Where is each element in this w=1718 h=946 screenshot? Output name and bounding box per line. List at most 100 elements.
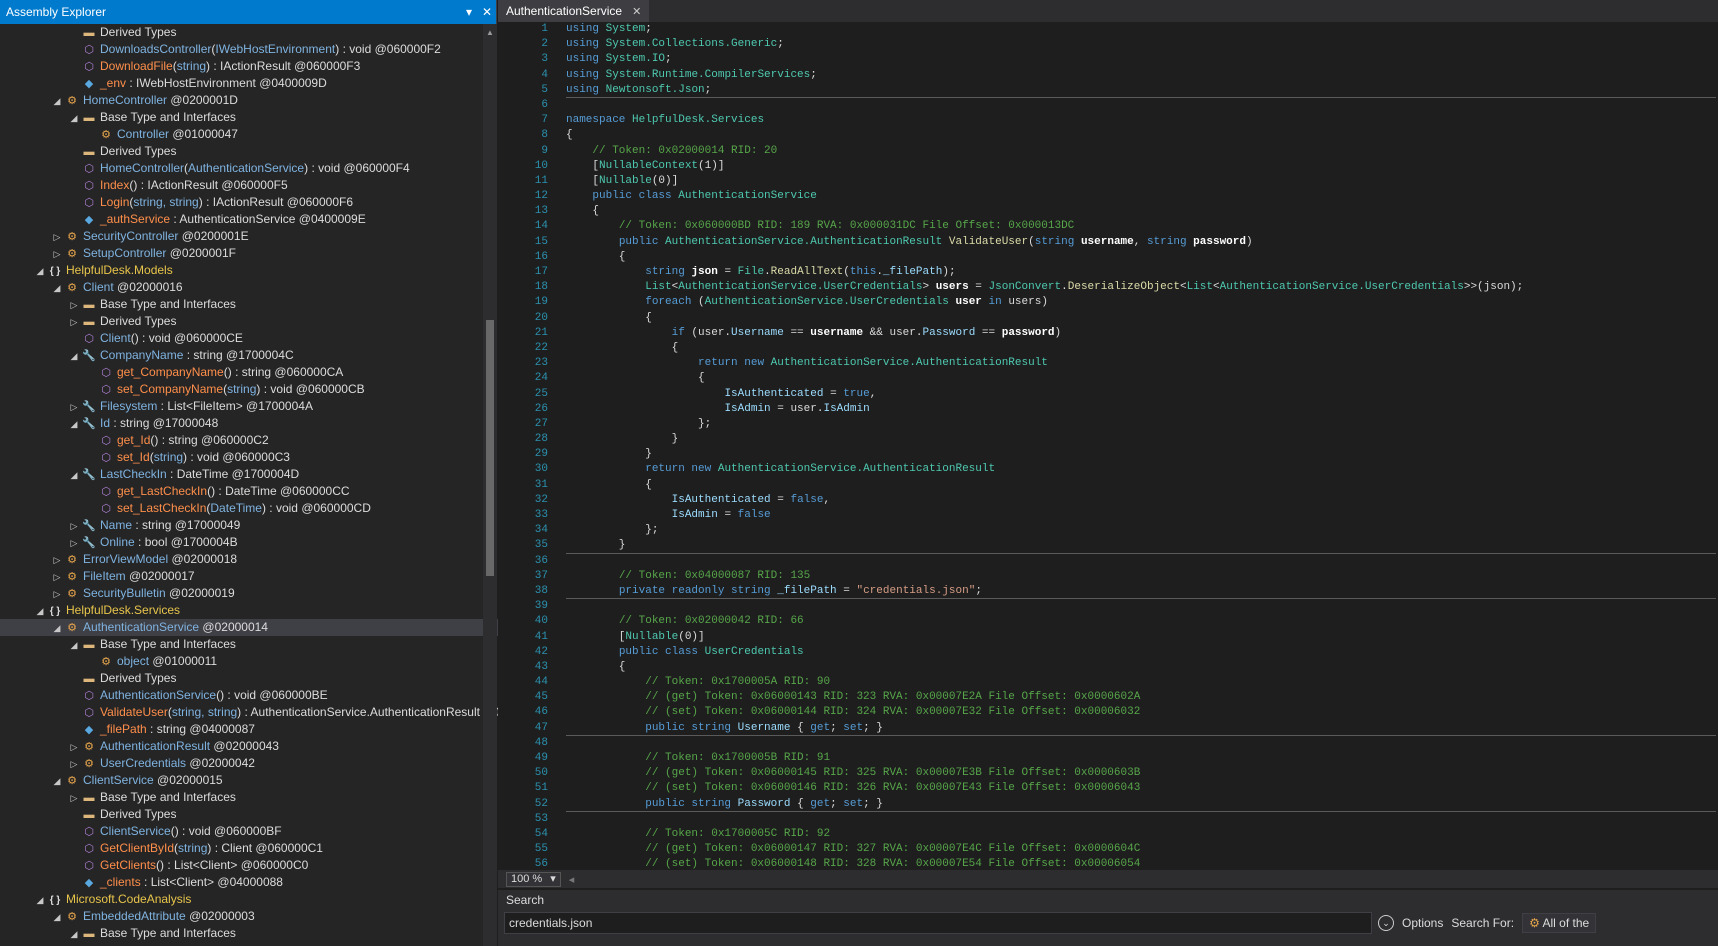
tree-node[interactable]: ▷ ⚙ FileItem @02000017 bbox=[0, 568, 527, 585]
tree-node[interactable]: ▷ ⚙ SecurityBulletin @02000019 bbox=[0, 585, 527, 602]
code-line[interactable]: }; bbox=[566, 523, 1716, 538]
code-line[interactable]: using System.IO; bbox=[566, 52, 1716, 67]
scrollbar-thumb[interactable] bbox=[486, 320, 494, 576]
tree-node[interactable]: ▷ ⚙ SetupController @0200001F bbox=[0, 245, 527, 262]
tree-node[interactable]: ⬡ get_LastCheckIn() : DateTime @060000CC bbox=[0, 483, 527, 500]
code-line[interactable]: { bbox=[566, 128, 1716, 143]
expander-icon[interactable]: ▷ bbox=[67, 399, 81, 416]
tree-node[interactable]: ▷ ▬ Base Type and Interfaces bbox=[0, 296, 527, 313]
expander-icon[interactable]: ▷ bbox=[50, 569, 64, 586]
close-tab-icon[interactable]: ✕ bbox=[632, 5, 641, 18]
code-line[interactable] bbox=[566, 812, 1716, 827]
tree-node[interactable]: ⬡ Client() : void @060000CE bbox=[0, 330, 527, 347]
code-line[interactable]: return new AuthenticationService.Authent… bbox=[566, 462, 1716, 477]
tree-node[interactable]: ▷ ⚙ ErrorViewModel @02000018 bbox=[0, 551, 527, 568]
code-line[interactable] bbox=[566, 599, 1716, 614]
explorer-scrollbar[interactable]: ▲ bbox=[483, 24, 497, 946]
expander-icon[interactable]: ◢ bbox=[67, 416, 81, 433]
search-scope-select[interactable]: ⚙ All of the bbox=[1522, 913, 1597, 933]
code-line[interactable]: { bbox=[566, 204, 1716, 219]
code-line[interactable]: // Token: 0x1700005C RID: 92 bbox=[566, 827, 1716, 842]
tree-node[interactable]: ▷ 🔧 Name : string @17000049 bbox=[0, 517, 527, 534]
tree-node[interactable]: ◢{ } HelpfulDesk.Models bbox=[0, 262, 527, 279]
code-line[interactable]: if (user.Username == username && user.Pa… bbox=[566, 326, 1716, 341]
code-line[interactable]: { bbox=[566, 371, 1716, 386]
code-line[interactable]: using System.Runtime.CompilerServices; bbox=[566, 68, 1716, 83]
expander-icon[interactable]: ◢ bbox=[50, 93, 64, 110]
tree-node[interactable]: ▬ Derived Types bbox=[0, 143, 527, 160]
code-line[interactable]: } bbox=[566, 538, 1716, 554]
code-line[interactable]: // (set) Token: 0x06000146 RID: 326 RVA:… bbox=[566, 781, 1716, 796]
code-line[interactable]: public string Username { get; set; } bbox=[566, 721, 1716, 736]
code-line[interactable]: { bbox=[566, 478, 1716, 493]
tree-node[interactable]: ⬡ set_CompanyName(string) : void @060000C… bbox=[0, 381, 527, 398]
expander-icon[interactable]: ◢ bbox=[33, 263, 47, 280]
search-input[interactable]: credentials.json bbox=[504, 912, 1372, 934]
tree-node[interactable]: ⬡ set_LastCheckIn(DateTime) : void @06000… bbox=[0, 500, 527, 517]
code-line[interactable]: IsAuthenticated = false, bbox=[566, 493, 1716, 508]
options-button[interactable]: Options bbox=[1402, 916, 1443, 930]
close-icon[interactable]: ✕ bbox=[478, 5, 496, 19]
expander-icon[interactable]: ◢ bbox=[50, 620, 64, 637]
tree-node[interactable]: ◆ _authService : AuthenticationService @0… bbox=[0, 211, 527, 228]
tree-node[interactable]: ◢ 🔧 LastCheckIn : DateTime @1700004D bbox=[0, 466, 527, 483]
expander-icon[interactable]: ◢ bbox=[67, 467, 81, 484]
tree-node[interactable]: ▬ Derived Types bbox=[0, 24, 527, 41]
tree-node[interactable]: ⬡ HomeController(AuthenticationService) :… bbox=[0, 160, 527, 177]
expander-icon[interactable]: ◢ bbox=[50, 280, 64, 297]
code-line[interactable]: IsAuthenticated = true, bbox=[566, 387, 1716, 402]
expander-icon[interactable]: ▷ bbox=[67, 297, 81, 314]
expander-icon[interactable]: ◢ bbox=[67, 348, 81, 365]
tree-node[interactable]: ⬡ DownloadFile(string) : IActionResult @0… bbox=[0, 58, 527, 75]
tree-node[interactable]: ⬡ ClientService() : void @060000BF bbox=[0, 823, 527, 840]
tree-node[interactable]: ◢ 🔧 CompanyName : string @1700004C bbox=[0, 347, 527, 364]
code-line[interactable]: // Token: 0x1700005A RID: 90 bbox=[566, 675, 1716, 690]
tree-node[interactable]: ▬ Derived Types bbox=[0, 670, 527, 687]
code-line[interactable]: public AuthenticationService.Authenticat… bbox=[566, 235, 1716, 250]
expander-icon[interactable]: ▷ bbox=[50, 552, 64, 569]
code-line[interactable]: using Newtonsoft.Json; bbox=[566, 83, 1716, 98]
tree-node[interactable]: ▷ ▬ Derived Types bbox=[0, 313, 527, 330]
tree-node[interactable]: ◢ ⚙ EmbeddedAttribute @02000003 bbox=[0, 908, 527, 925]
code-line[interactable]: // Token: 0x02000014 RID: 20 bbox=[566, 144, 1716, 159]
code-line[interactable]: List<AuthenticationService.UserCredentia… bbox=[566, 280, 1716, 295]
expander-icon[interactable]: ▷ bbox=[50, 246, 64, 263]
tree-node[interactable]: ⬡ get_Id() : string @060000C2 bbox=[0, 432, 527, 449]
code-line[interactable]: return new AuthenticationService.Authent… bbox=[566, 356, 1716, 371]
tree-node[interactable]: ◢ ⚙ AuthenticationService @02000014 bbox=[0, 619, 527, 636]
tree-node[interactable]: ⬡ set_Id(string) : void @060000C3 bbox=[0, 449, 527, 466]
code-area[interactable]: using System; using System.Collections.Ge… bbox=[566, 22, 1716, 870]
expander-icon[interactable]: ▷ bbox=[67, 518, 81, 535]
tree-node[interactable]: ◆ _clients : List<Client> @04000088 bbox=[0, 874, 527, 891]
tree-node[interactable]: ◢{ } HelpfulDesk.Services bbox=[0, 602, 527, 619]
expander-icon[interactable]: ◢ bbox=[50, 773, 64, 790]
code-line[interactable]: // Token: 0x060000BD RID: 189 RVA: 0x000… bbox=[566, 219, 1716, 234]
code-line[interactable]: // Token: 0x04000087 RID: 135 bbox=[566, 569, 1716, 584]
tree-node[interactable]: ⬡ ValidateUser(string, string) : Authenti… bbox=[0, 704, 527, 721]
tree-node[interactable]: ◢ ▬ Base Type and Interfaces bbox=[0, 636, 527, 653]
expander-icon[interactable]: ◢ bbox=[33, 892, 47, 909]
tree-node[interactable]: ⚙ Controller @01000047 bbox=[0, 126, 527, 143]
tree-node[interactable]: ▷ 🔧 Filesystem : List<FileItem> @1700004A bbox=[0, 398, 527, 415]
expander-icon[interactable]: ▷ bbox=[67, 535, 81, 552]
tree-node[interactable]: ⬡ DownloadsController(IWebHostEnvironment… bbox=[0, 41, 527, 58]
tree-node[interactable]: ⚙ object @01000011 bbox=[0, 653, 527, 670]
tree-node[interactable]: ▷ ⚙ AuthenticationResult @02000043 bbox=[0, 738, 527, 755]
code-line[interactable] bbox=[566, 554, 1716, 569]
zoom-select[interactable]: 100 % ▾ bbox=[506, 871, 561, 887]
code-line[interactable]: public string Password { get; set; } bbox=[566, 797, 1716, 812]
code-line[interactable]: [Nullable(0)] bbox=[566, 630, 1716, 645]
scroll-left-icon[interactable]: ◂ bbox=[569, 873, 575, 886]
code-line[interactable]: { bbox=[566, 660, 1716, 675]
tree-node[interactable]: ▷ ⚙ SecurityController @0200001E bbox=[0, 228, 527, 245]
code-line[interactable] bbox=[566, 736, 1716, 751]
tree-node[interactable]: ◢ ⚙ ClientService @02000015 bbox=[0, 772, 527, 789]
expander-icon[interactable]: ◢ bbox=[33, 603, 47, 620]
code-editor[interactable]: 1 2 3 4 5 6 7 8 9 10 11 12 13 14 15 16 17 18 19 20 21 22 23 24 2… bbox=[498, 22, 1718, 870]
code-line[interactable]: using System; bbox=[566, 22, 1716, 37]
tree-node[interactable]: ◆ _env : IWebHostEnvironment @0400009D bbox=[0, 75, 527, 92]
code-line[interactable]: // Token: 0x02000042 RID: 66 bbox=[566, 614, 1716, 629]
expander-icon[interactable]: ◢ bbox=[67, 637, 81, 654]
tree-node[interactable]: ◢ ▬ Base Type and Interfaces bbox=[0, 925, 527, 942]
tree-node[interactable]: ◢ 🔧 Id : string @17000048 bbox=[0, 415, 527, 432]
